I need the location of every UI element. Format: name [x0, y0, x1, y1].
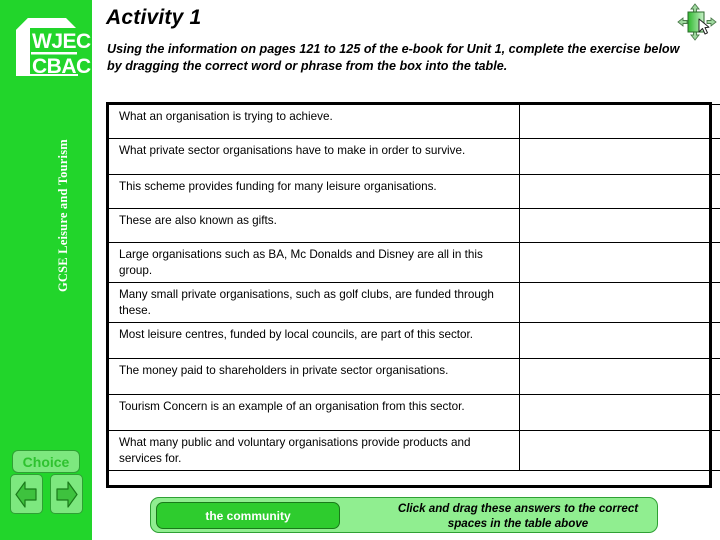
course-title-vertical: GCSE Leisure and Tourism	[56, 139, 70, 292]
table-row: What an organisation is trying to achiev…	[108, 104, 720, 139]
answer-bank: the community Click and drag these answe…	[150, 497, 658, 533]
answer-dropzone[interactable]	[519, 138, 720, 175]
definition-cell: Large organisations such as BA, Mc Donal…	[108, 242, 520, 283]
back-button[interactable]	[10, 474, 43, 514]
draggable-answer-chip[interactable]: the community	[156, 502, 340, 529]
table-row: Large organisations such as BA, Mc Donal…	[108, 242, 720, 283]
table-row: Tourism Concern is an example of an orga…	[108, 394, 720, 431]
definition-cell: Many small private organisations, such a…	[108, 282, 520, 323]
answer-dropzone[interactable]	[519, 104, 720, 139]
answer-dropzone[interactable]	[519, 242, 720, 283]
answer-dropzone[interactable]	[519, 322, 720, 359]
svg-text:CBAC: CBAC	[32, 55, 91, 78]
sidebar: WJEC CBAC GCSE Leisure and Tourism Choic…	[0, 0, 92, 540]
definition-cell: Tourism Concern is an example of an orga…	[108, 394, 520, 431]
table-row: What many public and voluntary organisat…	[108, 430, 720, 471]
table-row: Most leisure centres, funded by local co…	[108, 322, 720, 359]
answer-dropzone[interactable]	[519, 430, 720, 471]
choice-button[interactable]: Choice	[12, 450, 80, 473]
answer-dropzone[interactable]	[519, 394, 720, 431]
answer-bank-note: Click and drag these answers to the corr…	[397, 502, 639, 530]
next-button[interactable]	[50, 474, 83, 514]
definition-cell: This scheme provides funding for many le…	[108, 174, 520, 209]
arrow-left-icon	[15, 481, 37, 508]
drag-and-drop-cursor-icon	[676, 2, 718, 42]
answer-dropzone[interactable]	[519, 208, 720, 243]
wjec-cbac-logo: WJEC CBAC	[0, 0, 92, 88]
table-row: These are also known as gifts.	[108, 208, 720, 243]
arrow-right-icon	[56, 481, 78, 508]
answer-dropzone[interactable]	[519, 174, 720, 209]
definition-cell: What many public and voluntary organisat…	[108, 430, 520, 471]
table-body: What an organisation is trying to achiev…	[108, 104, 720, 471]
definition-cell: These are also known as gifts.	[108, 208, 520, 243]
answer-dropzone[interactable]	[519, 282, 720, 323]
svg-text:WJEC: WJEC	[32, 30, 91, 53]
table-row: Many small private organisations, such a…	[108, 282, 720, 323]
table-row: What private sector organisations have t…	[108, 138, 720, 175]
definition-cell: The money paid to shareholders in privat…	[108, 358, 520, 395]
page-title: Activity 1	[106, 6, 202, 29]
table-row: This scheme provides funding for many le…	[108, 174, 720, 209]
activity-slide: WJEC CBAC GCSE Leisure and Tourism Choic…	[0, 0, 720, 540]
definition-cell: What an organisation is trying to achiev…	[108, 104, 520, 139]
instruction-text: Using the information on pages 121 to 12…	[107, 42, 680, 73]
definition-cell: Most leisure centres, funded by local co…	[108, 322, 520, 359]
definition-cell: What private sector organisations have t…	[108, 138, 520, 175]
definitions-table: What an organisation is trying to achiev…	[108, 104, 720, 471]
answer-dropzone[interactable]	[519, 358, 720, 395]
table-row: The money paid to shareholders in privat…	[108, 358, 720, 395]
